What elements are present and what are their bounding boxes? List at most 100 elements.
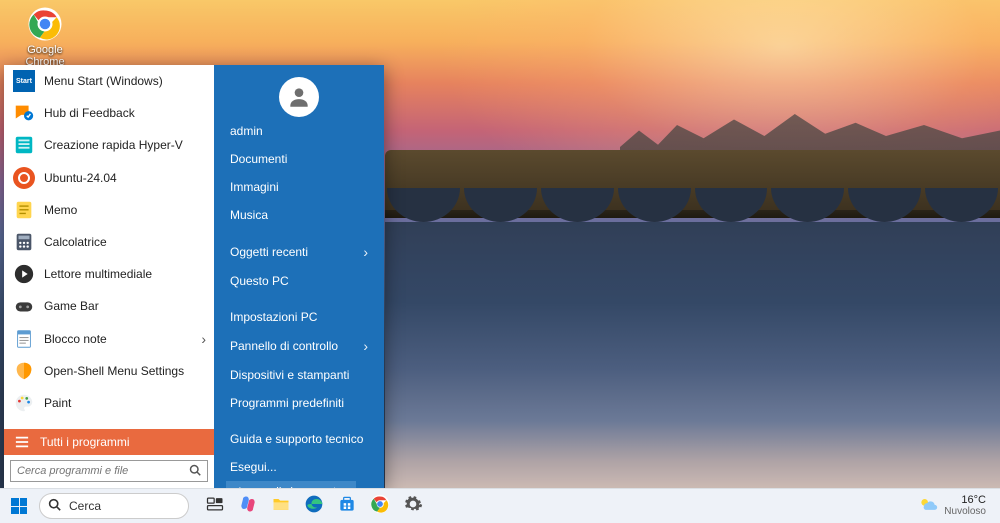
start-menu-right-panel: admin Documenti Immagini Musica Oggetti re… [214,65,384,488]
app-item-label: Hub di Feedback [44,106,135,120]
weather-temp: 16°C [944,495,986,507]
right-link[interactable]: Immagini [214,173,384,201]
calculator-icon [12,230,36,254]
app-item-notepad[interactable]: Blocco note › [4,323,214,355]
weather-icon [918,494,938,519]
start-search-box[interactable] [10,460,208,482]
app-item-calculator[interactable]: Calcolatrice [4,226,214,258]
right-link[interactable]: Oggetti recenti› [214,237,384,267]
settings-icon [403,494,423,519]
user-avatar-wrap[interactable] [214,77,384,117]
all-programs-icon [12,432,32,452]
right-link-label: Guida e supporto tecnico [230,432,363,446]
taskbar-chrome-icon[interactable] [365,491,395,521]
taskbar-settings-icon[interactable] [398,491,428,521]
desktop: Google Chrome Start Menu Start (Windows) H… [0,0,1000,523]
app-item-label: Calcolatrice [44,235,107,249]
openshell-icon [12,359,36,383]
right-link-label: Dispositivi e stampanti [230,368,349,382]
taskbar-right[interactable]: 16°C Nuvoloso [918,494,994,519]
all-programs-button[interactable]: Tutti i programmi [4,429,214,455]
start-menu-left-panel: Start Menu Start (Windows) Hub di Feedback… [4,65,214,488]
taskbar-task-view-icon[interactable] [200,491,230,521]
chevron-right-icon: › [363,338,368,354]
app-item-label: Open-Shell Menu Settings [44,364,184,378]
gamebar-icon [12,294,36,318]
right-link-label: Documenti [230,152,287,166]
right-link-label: Programmi predefiniti [230,396,344,410]
hyperv-icon [12,133,36,157]
weather-widget[interactable]: 16°C Nuvoloso [918,494,986,519]
taskbar-pinned [200,491,428,521]
right-link-label: Pannello di controllo [230,339,338,353]
right-link[interactable]: Pannello di controllo › [214,331,384,361]
app-item-paint[interactable]: Paint [4,387,214,419]
wallpaper-water [385,222,1000,488]
taskbar: Cerca 16°C Nuvoloso [0,488,1000,523]
taskbar-microsoft-store-icon[interactable] [332,491,362,521]
right-link[interactable]: Programmi predefiniti [214,389,384,417]
right-link-label: Esegui... [230,460,277,474]
media-player-icon [12,262,36,286]
right-link-label: Immagini [230,180,279,194]
app-item-feedback[interactable]: Hub di Feedback [4,97,214,129]
search-icon [48,498,61,514]
desktop-icon-chrome[interactable]: Google Chrome [14,6,76,68]
task-view-icon [205,494,225,519]
all-programs-label: Tutti i programmi [40,435,130,449]
app-item-label: Memo [44,203,77,217]
memo-icon [12,198,36,222]
wallpaper-arches [385,188,1000,222]
taskbar-search-label: Cerca [69,499,101,513]
right-link[interactable]: Guida e supporto tecnico [214,425,384,453]
right-link[interactable]: Esegui... [214,453,384,481]
app-list: Start Menu Start (Windows) Hub di Feedback… [4,65,214,429]
right-link[interactable]: Documenti [214,145,384,173]
right-link-label: Questo PC [230,274,289,288]
app-item-hyperv[interactable]: Creazione rapida Hyper-V [4,129,214,161]
search-icon [189,464,201,479]
right-link[interactable]: Impostazioni PC [214,303,384,331]
right-link[interactable]: Musica [214,201,384,229]
feedback-icon [12,101,36,125]
file-explorer-icon [271,494,291,519]
right-link-label: Oggetti recenti [230,245,308,259]
chrome-icon [27,6,63,42]
right-link-label: Musica [230,208,268,222]
app-item-memo[interactable]: Memo [4,194,214,226]
start-tile-icon: Start [12,69,36,93]
app-item-label: Game Bar [44,299,99,313]
app-item-label: Blocco note [44,332,107,346]
weather-text: 16°C Nuvoloso [944,495,986,517]
app-item-start-tile[interactable]: Start Menu Start (Windows) [4,65,214,97]
app-item-label: Lettore multimediale [44,267,152,281]
search-row [4,455,214,488]
app-item-label: Menu Start (Windows) [44,74,163,88]
chevron-right-icon: › [201,331,206,347]
app-item-openshell[interactable]: Open-Shell Menu Settings [4,355,214,387]
app-item-media-player[interactable]: Lettore multimediale [4,258,214,290]
start-button[interactable] [6,493,32,519]
taskbar-copilot-icon[interactable] [233,491,263,521]
start-menu: Start Menu Start (Windows) Hub di Feedback… [4,65,384,488]
microsoft-store-icon [337,494,357,519]
app-item-gamebar[interactable]: Game Bar [4,290,214,322]
paint-icon [12,391,36,415]
taskbar-edge-icon[interactable] [299,491,329,521]
app-item-label: Creazione rapida Hyper-V [44,138,183,152]
user-avatar-icon [279,77,319,117]
windows-logo-icon [11,498,27,514]
edge-icon [304,494,324,519]
right-link-label: Impostazioni PC [230,310,317,324]
start-search-input[interactable] [17,465,189,477]
ubuntu-icon [12,166,36,190]
taskbar-search[interactable]: Cerca [39,493,189,519]
app-item-label: Paint [44,396,71,410]
taskbar-left: Cerca [6,491,428,521]
app-item-ubuntu[interactable]: Ubuntu-24.04 [4,162,214,194]
right-link[interactable]: Dispositivi e stampanti [214,361,384,389]
right-link[interactable]: Questo PC [214,267,384,295]
user-name-link[interactable]: admin [214,117,384,145]
app-item-label: Ubuntu-24.04 [44,171,117,185]
taskbar-file-explorer-icon[interactable] [266,491,296,521]
